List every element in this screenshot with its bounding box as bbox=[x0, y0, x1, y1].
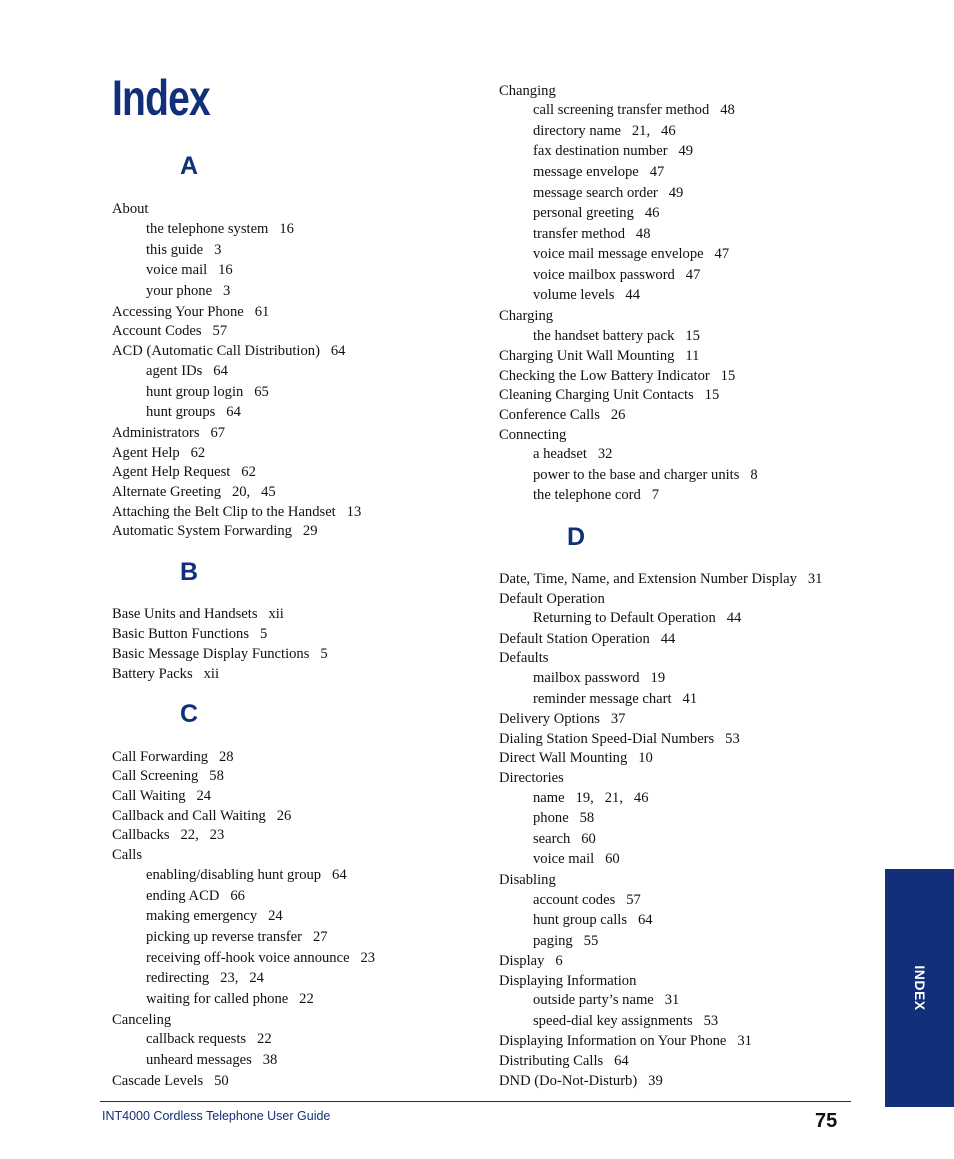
index-letter-heading: C bbox=[180, 700, 199, 728]
page-number: 75 bbox=[815, 1110, 838, 1132]
footer-divider bbox=[100, 1101, 851, 1102]
index-subentry: name 19, 21, 46 bbox=[533, 790, 649, 806]
index-subentry: unheard messages 38 bbox=[146, 1052, 278, 1068]
index-entry: Agent Help Request 62 bbox=[112, 464, 256, 480]
index-entry: Automatic System Forwarding 29 bbox=[112, 523, 318, 539]
section-tab-label: INDEX bbox=[911, 965, 928, 1011]
index-subentry: hunt group login 65 bbox=[146, 384, 269, 400]
index-subentry: the telephone system 16 bbox=[146, 221, 294, 237]
index-letter-heading: B bbox=[180, 558, 199, 586]
index-entry: Displaying Information on Your Phone 31 bbox=[499, 1033, 752, 1049]
index-subentry: speed-dial key assignments 53 bbox=[533, 1013, 719, 1029]
index-entry: Basic Button Functions 5 bbox=[112, 626, 268, 642]
index-entry: Directories bbox=[499, 770, 564, 786]
index-subentry: mailbox password 19 bbox=[533, 670, 666, 686]
index-subentry: enabling/disabling hunt group 64 bbox=[146, 867, 347, 883]
page-title: Index bbox=[112, 70, 211, 126]
index-subentry: your phone 3 bbox=[146, 283, 231, 299]
index-subentry: voice mailbox password 47 bbox=[533, 267, 701, 283]
index-subentry: hunt group calls 64 bbox=[533, 912, 653, 928]
index-subentry: reminder message chart 41 bbox=[533, 691, 698, 707]
index-subentry: receiving off-hook voice announce 23 bbox=[146, 950, 376, 966]
index-entry: Agent Help 62 bbox=[112, 445, 206, 461]
index-subentry: voice mail 60 bbox=[533, 851, 620, 867]
index-entry: Displaying Information bbox=[499, 973, 637, 989]
index-subentry: power to the base and charger units 8 bbox=[533, 467, 758, 483]
index-entry: ACD (Automatic Call Distribution) 64 bbox=[112, 343, 346, 359]
index-entry: Charging bbox=[499, 308, 554, 324]
index-entry: Accessing Your Phone 61 bbox=[112, 304, 270, 320]
section-tab: INDEX bbox=[885, 869, 954, 1107]
index-entry: Administrators 67 bbox=[112, 425, 226, 441]
index-entry: Attaching the Belt Clip to the Handset 1… bbox=[112, 504, 362, 520]
index-entry: DND (Do-Not-Disturb) 39 bbox=[499, 1073, 663, 1089]
index-subentry: phone 58 bbox=[533, 810, 595, 826]
index-subentry: paging 55 bbox=[533, 933, 599, 949]
index-entry: Delivery Options 37 bbox=[499, 711, 626, 727]
index-letter-heading: D bbox=[567, 523, 586, 551]
index-entry: Disabling bbox=[499, 872, 556, 888]
index-entry: Cascade Levels 50 bbox=[112, 1073, 229, 1089]
index-entry: Calls bbox=[112, 847, 142, 863]
index-entry: Dialing Station Speed-Dial Numbers 53 bbox=[499, 731, 740, 747]
index-subentry: a headset 32 bbox=[533, 446, 613, 462]
index-entry: Battery Packs xii bbox=[112, 666, 220, 682]
index-subentry: hunt groups 64 bbox=[146, 404, 241, 420]
index-entry: Callback and Call Waiting 26 bbox=[112, 808, 292, 824]
index-entry: About bbox=[112, 201, 149, 217]
index-entry: Display 6 bbox=[499, 953, 563, 969]
index-subentry: this guide 3 bbox=[146, 242, 222, 258]
index-subentry: the handset battery pack 15 bbox=[533, 328, 700, 344]
index-subentry: message search order 49 bbox=[533, 185, 684, 201]
footer-guide-title: INT4000 Cordless Telephone User Guide bbox=[102, 1109, 331, 1123]
index-subentry: volume levels 44 bbox=[533, 287, 641, 303]
index-entry: Conference Calls 26 bbox=[499, 407, 626, 423]
index-entry: Checking the Low Battery Indicator 15 bbox=[499, 368, 736, 384]
index-subentry: agent IDs 64 bbox=[146, 363, 228, 379]
index-entry: Call Screening 58 bbox=[112, 768, 224, 784]
index-entry: Direct Wall Mounting 10 bbox=[499, 750, 653, 766]
index-subentry: making emergency 24 bbox=[146, 908, 283, 924]
index-subentry: Returning to Default Operation 44 bbox=[533, 610, 742, 626]
index-subentry: voice mail 16 bbox=[146, 262, 233, 278]
index-entry: Account Codes 57 bbox=[112, 323, 228, 339]
index-entry: Connecting bbox=[499, 427, 567, 443]
index-subentry: directory name 21, 46 bbox=[533, 123, 676, 139]
index-entry: Default Operation bbox=[499, 591, 605, 607]
index-entry: Call Waiting 24 bbox=[112, 788, 212, 804]
index-letter-heading: A bbox=[180, 152, 199, 180]
index-entry: Callbacks 22, 23 bbox=[112, 827, 225, 843]
index-entry: Base Units and Handsets xii bbox=[112, 606, 284, 622]
index-entry: Distributing Calls 64 bbox=[499, 1053, 629, 1069]
index-entry: Basic Message Display Functions 5 bbox=[112, 646, 328, 662]
index-subentry: call screening transfer method 48 bbox=[533, 102, 735, 118]
index-entry: Alternate Greeting 20, 45 bbox=[112, 484, 276, 500]
index-subentry: outside party’s name 31 bbox=[533, 992, 680, 1008]
index-subentry: fax destination number 49 bbox=[533, 143, 694, 159]
index-entry: Defaults bbox=[499, 650, 549, 666]
index-subentry: search 60 bbox=[533, 831, 596, 847]
index-entry: Charging Unit Wall Mounting 11 bbox=[499, 348, 700, 364]
index-subentry: account codes 57 bbox=[533, 892, 641, 908]
index-subentry: message envelope 47 bbox=[533, 164, 665, 180]
index-entry: Cleaning Charging Unit Contacts 15 bbox=[499, 387, 720, 403]
index-entry: Canceling bbox=[112, 1012, 172, 1028]
index-subentry: transfer method 48 bbox=[533, 226, 651, 242]
index-subentry: ending ACD 66 bbox=[146, 888, 245, 904]
index-subentry: redirecting 23, 24 bbox=[146, 970, 264, 986]
index-subentry: callback requests 22 bbox=[146, 1031, 272, 1047]
index-entry: Changing bbox=[499, 83, 556, 99]
index-subentry: personal greeting 46 bbox=[533, 205, 660, 221]
index-subentry: voice mail message envelope 47 bbox=[533, 246, 730, 262]
index-entry: Date, Time, Name, and Extension Number D… bbox=[499, 571, 823, 587]
index-subentry: picking up reverse transfer 27 bbox=[146, 929, 328, 945]
index-subentry: waiting for called phone 22 bbox=[146, 991, 314, 1007]
index-entry: Default Station Operation 44 bbox=[499, 631, 676, 647]
index-entry: Call Forwarding 28 bbox=[112, 749, 234, 765]
index-subentry: the telephone cord 7 bbox=[533, 487, 660, 503]
